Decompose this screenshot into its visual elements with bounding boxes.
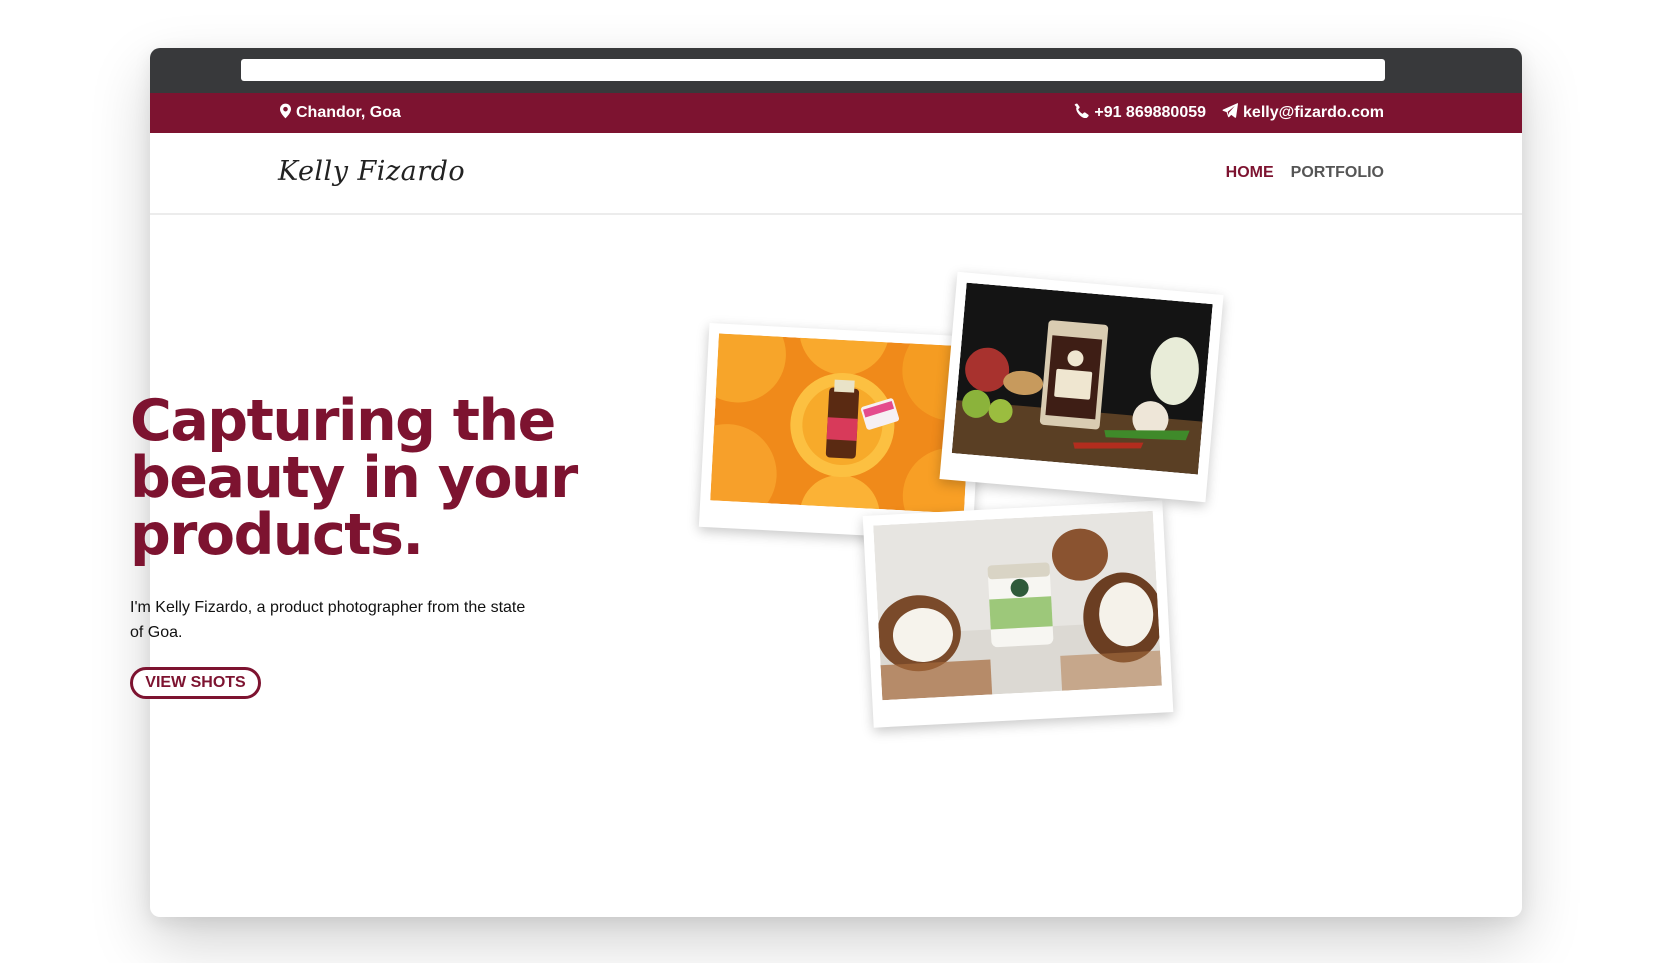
paper-plane-icon <box>1222 103 1238 123</box>
logo-text: Kelly Fizardo <box>278 155 466 187</box>
oranges-polaroid <box>698 322 984 542</box>
location-text: Chandor, Goa <box>296 104 401 121</box>
contact-info: +91 869880059 kelly@fizardo.com <box>1074 93 1384 133</box>
view-shots-button[interactable]: VIEW SHOTS <box>130 667 261 699</box>
browser-chrome <box>150 48 1522 93</box>
coconut-oil-photo <box>873 510 1162 701</box>
location-info: Chandor, Goa <box>280 93 401 133</box>
hero-subtext: I'm Kelly Fizardo, a product photographe… <box>130 599 526 641</box>
phone-text: +91 869880059 <box>1094 104 1207 121</box>
email-text: kelly@fizardo.com <box>1243 104 1384 121</box>
address-bar[interactable] <box>241 59 1385 81</box>
hero-headline: Capturing the beauty in your products. <box>130 388 578 568</box>
site-logo[interactable]: Kelly Fizardo <box>278 149 465 193</box>
email-contact[interactable]: kelly@fizardo.com <box>1222 103 1384 123</box>
nav-home[interactable]: HOME <box>1226 164 1274 182</box>
contact-topbar: Chandor, Goa +91 869880059 kelly@fizardo… <box>150 93 1522 133</box>
site-header: Kelly Fizardo HOME PORTFOLIO <box>150 133 1522 215</box>
pickle-polaroid <box>939 271 1224 503</box>
phone-icon <box>1074 103 1089 123</box>
nav-portfolio[interactable]: PORTFOLIO <box>1291 164 1384 182</box>
phone-contact[interactable]: +91 869880059 <box>1074 103 1206 123</box>
map-marker-icon <box>280 103 291 124</box>
main-nav: HOME PORTFOLIO <box>1226 133 1384 213</box>
oranges-photo <box>710 333 973 514</box>
pickle-photo <box>951 282 1213 475</box>
coconut-oil-polaroid <box>862 500 1174 728</box>
